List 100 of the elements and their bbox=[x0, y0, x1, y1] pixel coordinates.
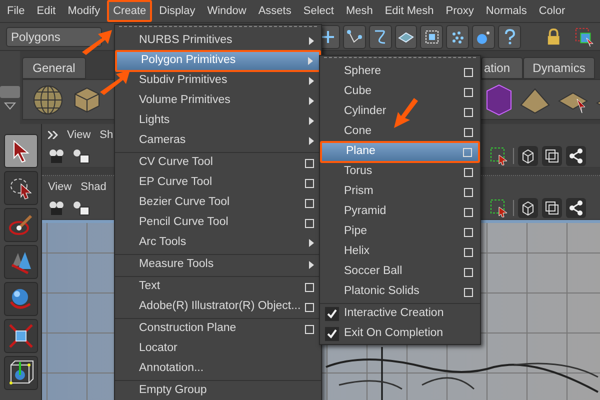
option-box-icon[interactable] bbox=[464, 108, 473, 116]
menu-item[interactable]: Sphere bbox=[320, 62, 480, 82]
cube-icon[interactable] bbox=[518, 198, 538, 218]
panel-menu[interactable]: View bbox=[48, 178, 72, 196]
option-box-icon[interactable] bbox=[464, 208, 473, 216]
mode-dropdown[interactable]: Polygons bbox=[6, 26, 102, 46]
option-box-icon[interactable] bbox=[464, 128, 473, 136]
menu-bar-item[interactable]: Modify bbox=[62, 2, 106, 20]
curve-button[interactable] bbox=[368, 24, 392, 48]
menu-item[interactable]: Cameras bbox=[115, 131, 321, 151]
menu-item[interactable]: CV Curve Tool bbox=[115, 153, 321, 173]
menu-item[interactable]: Interactive Creation bbox=[320, 304, 480, 324]
menu-bar-item[interactable]: Assets bbox=[252, 2, 298, 20]
particle-button[interactable] bbox=[446, 24, 470, 48]
help-button[interactable] bbox=[498, 24, 522, 48]
option-box-icon[interactable] bbox=[305, 324, 314, 334]
option-box-icon[interactable] bbox=[464, 228, 473, 236]
menu-bar-item[interactable]: File bbox=[1, 2, 31, 20]
poly-wireframe-icon[interactable] bbox=[485, 82, 513, 116]
select-box-icon[interactable] bbox=[489, 146, 509, 166]
poly-sphere-icon[interactable] bbox=[31, 82, 65, 116]
menu-bar-item[interactable]: Mesh bbox=[340, 2, 379, 20]
select-region-icon[interactable] bbox=[575, 26, 594, 46]
camera-icon[interactable] bbox=[48, 200, 66, 216]
menu-bar-item[interactable]: Normals bbox=[480, 2, 533, 20]
option-box-icon[interactable] bbox=[464, 188, 473, 196]
share-icon[interactable] bbox=[566, 198, 586, 218]
expand-arrows-icon[interactable] bbox=[48, 131, 58, 139]
option-box-icon[interactable] bbox=[464, 88, 473, 96]
slider-handle[interactable] bbox=[0, 86, 20, 98]
menu-item[interactable]: Soccer Ball bbox=[320, 262, 480, 282]
camera-icon[interactable] bbox=[48, 148, 66, 164]
panel-menu[interactable]: View bbox=[67, 126, 91, 144]
menu-item[interactable]: Helix bbox=[320, 242, 480, 262]
menu-item[interactable]: Empty Group bbox=[115, 381, 321, 400]
tool-button[interactable] bbox=[4, 319, 38, 353]
down-triangle-icon[interactable] bbox=[4, 102, 16, 110]
shelf-tab[interactable]: General bbox=[22, 57, 86, 79]
menu-bar-item[interactable]: Edit Mesh bbox=[378, 2, 440, 20]
menu-item[interactable]: Locator bbox=[115, 339, 321, 359]
menu-bar-item[interactable]: Edit bbox=[30, 2, 62, 20]
menu-item[interactable]: Bezier Curve Tool bbox=[115, 193, 321, 213]
layers-icon[interactable] bbox=[542, 198, 562, 218]
camera-list-icon[interactable] bbox=[72, 200, 90, 216]
option-box-icon[interactable] bbox=[464, 68, 473, 76]
option-box-icon[interactable] bbox=[305, 178, 314, 188]
menu-item[interactable]: Exit On Completion bbox=[320, 324, 480, 344]
tool-button[interactable] bbox=[4, 356, 38, 390]
menu-item[interactable]: Pipe bbox=[320, 222, 480, 242]
shelf-tab[interactable]: Dynamics bbox=[523, 57, 595, 79]
menu-item[interactable]: Arc Tools bbox=[115, 233, 321, 253]
option-box-icon[interactable] bbox=[464, 268, 473, 276]
option-box-icon[interactable] bbox=[305, 158, 314, 168]
vertex-button[interactable] bbox=[342, 24, 366, 48]
share-icon[interactable] bbox=[566, 146, 586, 166]
menu-bar-item[interactable]: Display bbox=[153, 2, 202, 20]
menu-item[interactable]: Lights bbox=[115, 111, 321, 131]
menu-bar-item[interactable]: Create bbox=[107, 0, 152, 22]
shelf-tab[interactable]: ation bbox=[481, 57, 523, 79]
menu-item[interactable]: Pyramid bbox=[320, 202, 480, 222]
dynamics-button[interactable] bbox=[472, 24, 496, 48]
menu-item[interactable]: Subdiv Primitives bbox=[115, 71, 321, 91]
menu-item[interactable]: Annotation... bbox=[115, 359, 321, 379]
panel-menu[interactable]: Shad bbox=[80, 178, 106, 196]
menu-item[interactable]: Torus bbox=[320, 162, 480, 182]
menu-item[interactable]: NURBS Primitives bbox=[115, 31, 321, 51]
option-box-icon[interactable] bbox=[305, 198, 314, 208]
menu-item[interactable]: Text bbox=[115, 277, 321, 297]
menu-item[interactable]: Adobe(R) Illustrator(R) Object... bbox=[115, 297, 321, 317]
tool-button[interactable] bbox=[4, 134, 38, 168]
select-box-icon[interactable] bbox=[489, 198, 509, 218]
option-box-icon[interactable] bbox=[464, 288, 473, 296]
menu-bar-item[interactable]: Proxy bbox=[440, 2, 480, 20]
panel-menu[interactable]: Sh bbox=[100, 126, 114, 144]
menu-item[interactable]: EP Curve Tool bbox=[115, 173, 321, 193]
menu-item[interactable]: Cone bbox=[320, 122, 480, 142]
deformer-button[interactable] bbox=[420, 24, 444, 48]
option-box-icon[interactable] bbox=[305, 282, 314, 292]
menu-item[interactable]: Cube bbox=[320, 82, 480, 102]
cube-icon[interactable] bbox=[518, 146, 538, 166]
menu-item[interactable]: Prism bbox=[320, 182, 480, 202]
layers-icon[interactable] bbox=[542, 146, 562, 166]
tool-button[interactable] bbox=[4, 282, 38, 316]
lock-icon[interactable] bbox=[546, 26, 562, 46]
menu-item[interactable]: Pencil Curve Tool bbox=[115, 213, 321, 233]
camera-list-icon[interactable] bbox=[72, 148, 90, 164]
menu-bar-item[interactable]: Select bbox=[297, 2, 340, 20]
menu-item[interactable]: Construction Plane bbox=[115, 319, 321, 339]
option-box-icon[interactable] bbox=[464, 168, 473, 176]
menu-bar-item[interactable]: Window bbox=[201, 2, 252, 20]
option-box-icon[interactable] bbox=[305, 218, 314, 228]
tool-button[interactable] bbox=[4, 171, 38, 205]
menu-item[interactable]: Measure Tools bbox=[115, 255, 321, 275]
menu-bar-item[interactable]: Color bbox=[532, 2, 572, 20]
option-box-icon[interactable] bbox=[464, 248, 473, 256]
menu-item[interactable]: Volume Primitives bbox=[115, 91, 321, 111]
option-box-icon[interactable] bbox=[305, 302, 314, 312]
surface-button[interactable] bbox=[394, 24, 418, 48]
menu-item[interactable]: Cylinder bbox=[320, 102, 480, 122]
menu-item[interactable]: Platonic Solids bbox=[320, 282, 480, 302]
